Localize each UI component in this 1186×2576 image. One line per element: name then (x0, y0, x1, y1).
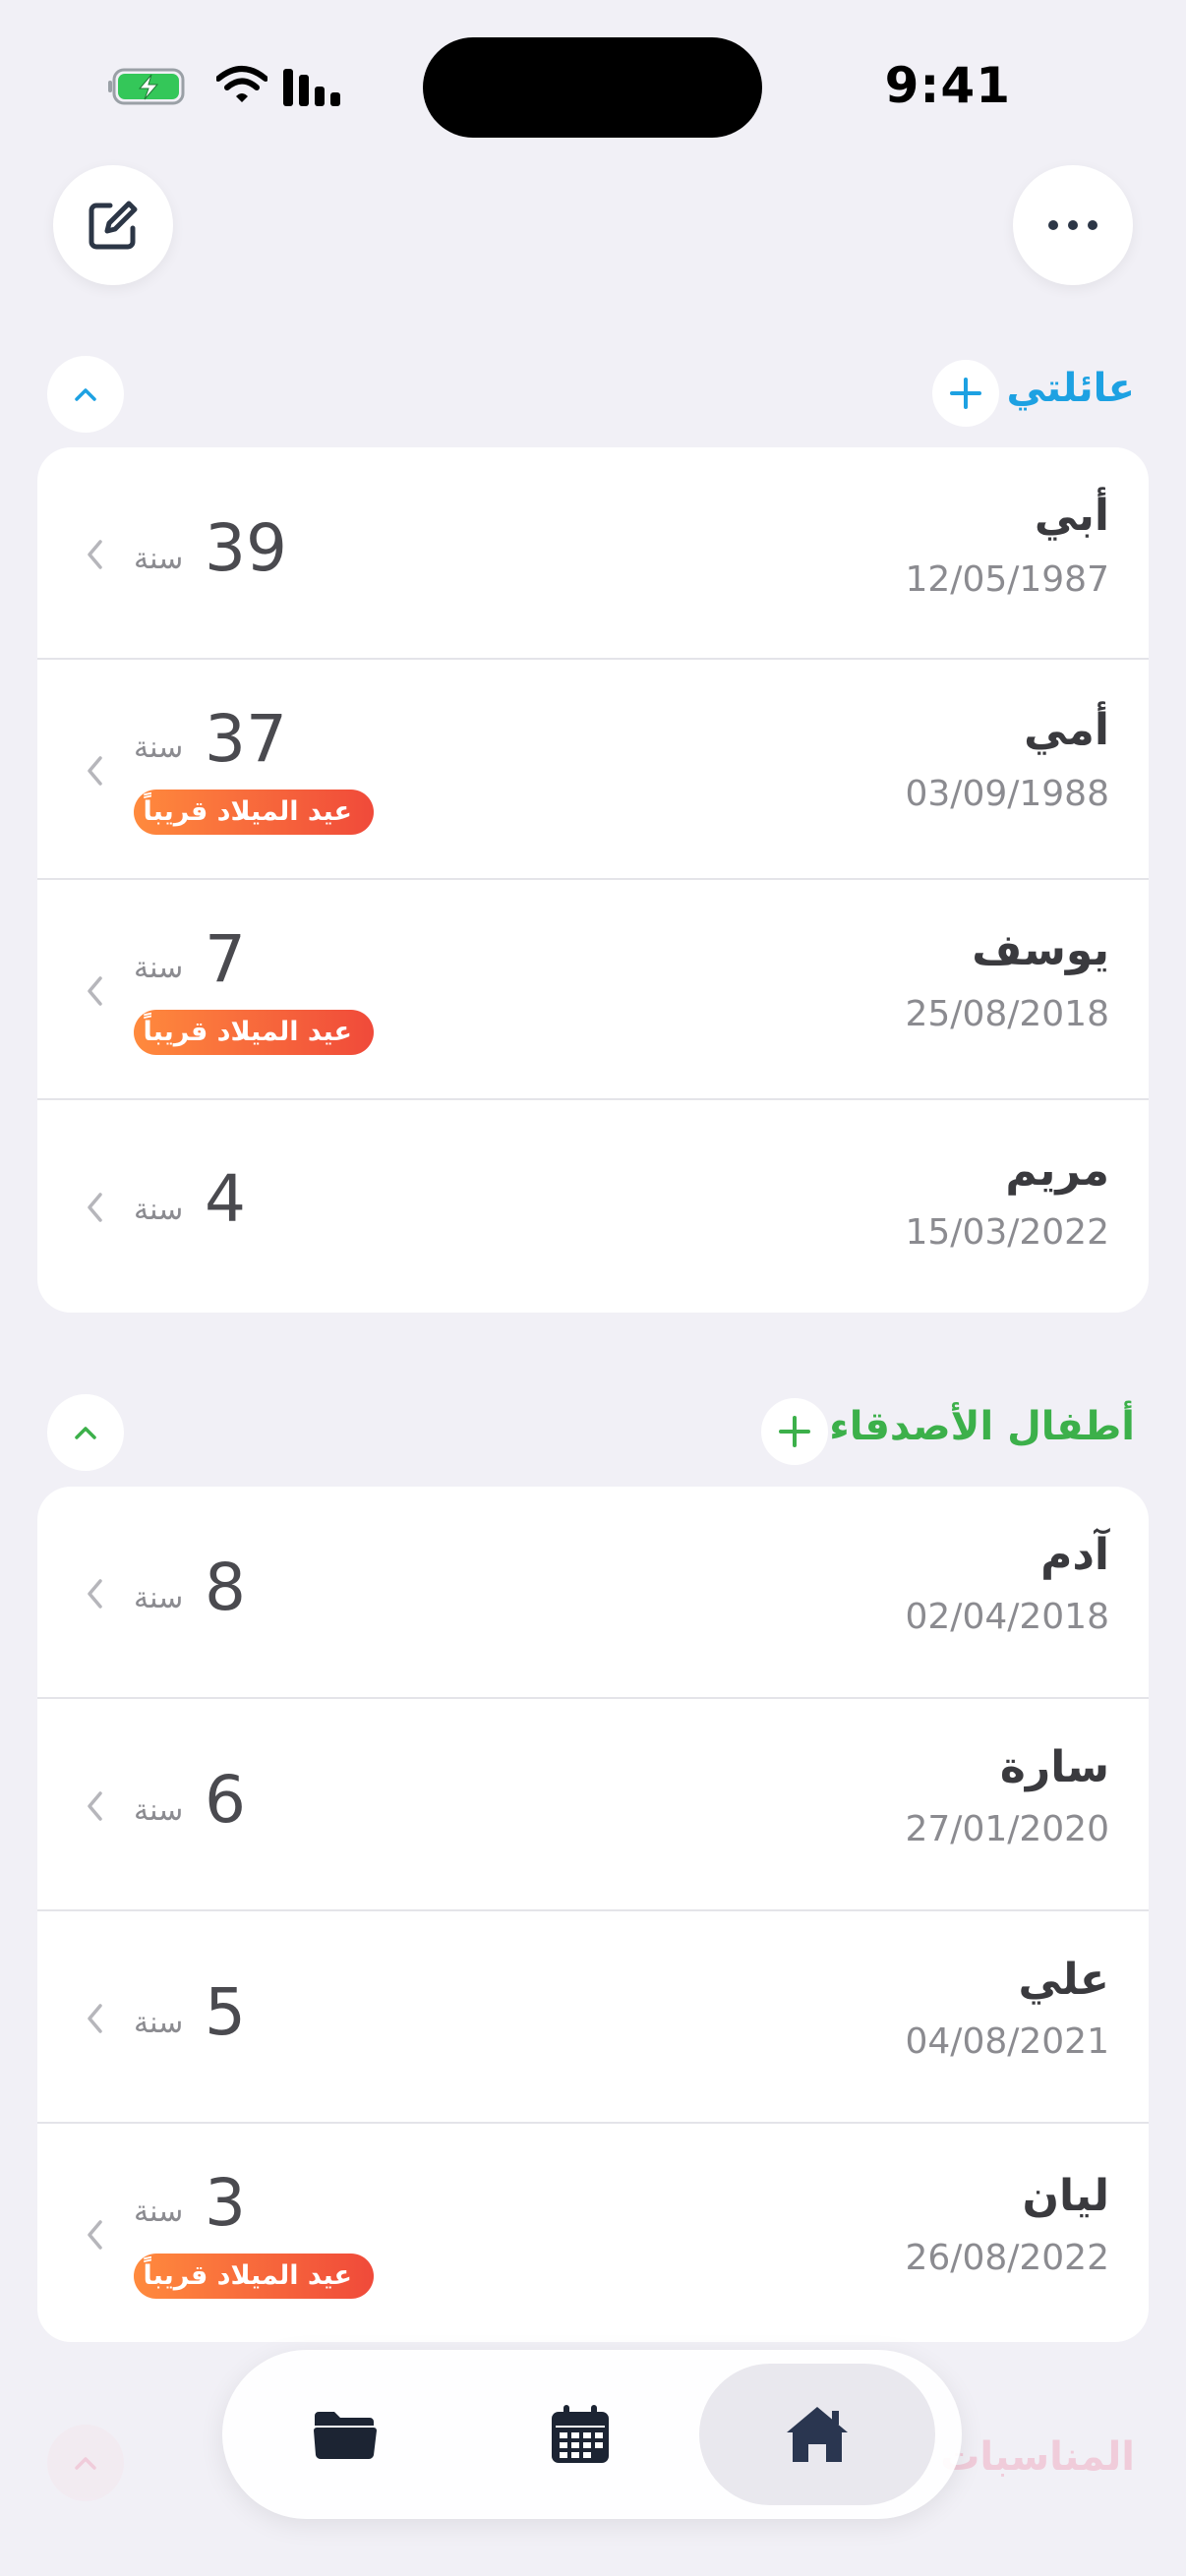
more-options-button[interactable] (1013, 165, 1133, 285)
friends-kids-list: آدم 02/04/2018 8 سنة سارة 27/01/2020 6 س… (37, 1487, 1149, 2342)
person-birthdate: 12/05/1987 (905, 559, 1110, 600)
chevron-left-icon (88, 540, 102, 569)
folder-icon (314, 2412, 377, 2460)
home-icon (787, 2407, 848, 2462)
chevron-left-icon (88, 2004, 102, 2033)
list-item[interactable]: ليان 26/08/2022 3 سنة عيد الميلاد قريباً (37, 2124, 1149, 2342)
person-birthdate: 03/09/1988 (905, 774, 1110, 814)
list-item[interactable]: سارة 27/01/2020 6 سنة (37, 1699, 1149, 1911)
section-title-friends-kids: أطفال الأصدقاء (829, 1404, 1135, 1449)
family-list: أبي 12/05/1987 39 سنة أمي 03/09/1988 37 … (37, 447, 1149, 1313)
ellipsis-icon (1048, 220, 1097, 230)
age-unit: سنة (134, 1581, 184, 1615)
age-unit: سنة (134, 731, 184, 765)
person-name: علي (1018, 1955, 1109, 2005)
chevron-left-icon (88, 756, 102, 786)
list-item[interactable]: مريم 15/03/2022 4 سنة (37, 1100, 1149, 1313)
person-name: أمي (1024, 705, 1109, 755)
age-unit: سنة (134, 1793, 184, 1828)
chevron-up-icon (75, 1427, 96, 1439)
list-item[interactable]: يوسف 25/08/2018 7 سنة عيد الميلاد قريباً (37, 880, 1149, 1100)
person-age: 7 (205, 921, 246, 997)
person-birthdate: 25/08/2018 (905, 994, 1110, 1034)
age-unit: سنة (134, 951, 184, 985)
add-family-button[interactable] (932, 360, 999, 427)
chevron-left-icon (88, 1791, 102, 1821)
add-friends-kids-button[interactable] (761, 1398, 828, 1465)
collapse-family-button[interactable] (47, 356, 124, 433)
wifi-icon (216, 66, 267, 102)
plus-icon (950, 378, 981, 409)
person-age: 4 (205, 1161, 246, 1237)
chevron-left-icon (88, 1579, 102, 1609)
person-name: يوسف (972, 925, 1109, 975)
status-time: 9:41 (884, 57, 1011, 114)
section-header-friends-kids: أطفال الأصدقاء (0, 1394, 1186, 1473)
person-birthdate: 15/03/2022 (905, 1212, 1110, 1253)
list-item[interactable]: أمي 03/09/1988 37 سنة عيد الميلاد قريباً (37, 660, 1149, 880)
person-birthdate: 26/08/2022 (905, 2238, 1110, 2278)
signal-icon (283, 69, 340, 106)
list-item[interactable]: علي 04/08/2021 5 سنة (37, 1911, 1149, 2124)
person-age: 5 (205, 1974, 246, 2050)
age-unit: سنة (134, 542, 184, 576)
age-unit: سنة (134, 2006, 184, 2040)
chevron-left-icon (88, 2220, 102, 2250)
collapse-events-button[interactable] (47, 2425, 124, 2501)
edit-icon (89, 201, 138, 250)
birthday-soon-badge: عيد الميلاد قريباً (134, 1010, 374, 1055)
plus-icon (779, 1416, 810, 1447)
person-age: 39 (205, 510, 287, 586)
person-age: 37 (205, 701, 287, 777)
age-unit: سنة (134, 1193, 184, 1227)
person-name: آدم (1040, 1530, 1109, 1580)
person-name: أبي (1034, 491, 1109, 541)
section-title-events: المناسبات (940, 2434, 1135, 2480)
age-unit: سنة (134, 2195, 184, 2229)
list-item[interactable]: آدم 02/04/2018 8 سنة (37, 1487, 1149, 1699)
tab-bar (222, 2350, 962, 2519)
calendar-icon (552, 2405, 609, 2463)
section-title-family: عائلتي (1006, 366, 1136, 411)
status-bar: 9:41 (0, 0, 1186, 147)
collapse-friends-kids-button[interactable] (47, 1394, 124, 1471)
chevron-up-icon (75, 388, 96, 401)
person-name: ليان (1022, 2171, 1109, 2221)
chevron-up-icon (75, 2457, 96, 2470)
person-age: 8 (205, 1550, 246, 1625)
chevron-left-icon (88, 976, 102, 1006)
person-birthdate: 04/08/2021 (905, 2021, 1110, 2062)
tab-files[interactable] (227, 2364, 463, 2505)
person-age: 3 (205, 2165, 246, 2241)
tab-calendar[interactable] (462, 2364, 698, 2505)
chevron-left-icon (88, 1193, 102, 1222)
edit-button[interactable] (53, 165, 173, 285)
person-name: سارة (999, 1742, 1109, 1792)
person-birthdate: 27/01/2020 (905, 1809, 1110, 1849)
person-birthdate: 02/04/2018 (905, 1597, 1110, 1637)
tab-home[interactable] (699, 2364, 935, 2505)
person-age: 6 (205, 1762, 246, 1838)
birthday-soon-badge: عيد الميلاد قريباً (134, 790, 374, 835)
dynamic-island (423, 37, 762, 138)
birthday-soon-badge: عيد الميلاد قريباً (134, 2254, 374, 2299)
list-item[interactable]: أبي 12/05/1987 39 سنة (37, 447, 1149, 660)
person-name: مريم (1005, 1145, 1109, 1196)
section-header-family: عائلتي (0, 356, 1186, 435)
battery-icon (108, 68, 185, 105)
